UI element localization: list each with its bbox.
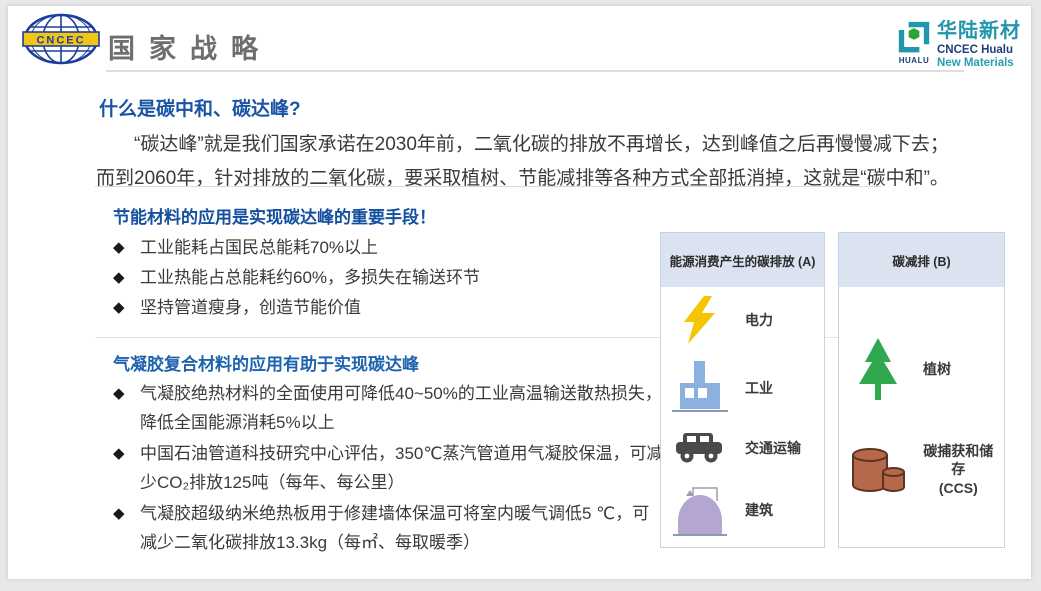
storage-tank-icon [849, 445, 907, 495]
panel-a-item-transport: 交通运输 [669, 431, 820, 464]
hualu-icon-label: HUALU [899, 56, 930, 65]
page-title: 国家战略 [108, 27, 272, 66]
panel-b-label: 植树 [923, 359, 951, 379]
bullet-item: ◆ 中国石油管道科技研究中心评估，350℃蒸汽管道用气凝胶保温，可减少CO₂排放1… [113, 439, 665, 497]
diamond-bullet-icon: ◆ [113, 379, 125, 408]
diamond-bullet-icon: ◆ [113, 293, 125, 323]
svg-text:CNCEC: CNCEC [36, 35, 85, 47]
factory-icon [672, 361, 728, 415]
panel-carbon-emission: 能源消费产生的碳排放 (A) 电力 [660, 232, 825, 548]
slide-page: CNCEC 国家战略 HUALU 华陆新材 CNCEC Hualu New Ma… [0, 0, 1041, 591]
intro-line1: “碳达峰”就是我们国家承诺在2030年前，二氧化碳的排放不再增长，达到峰值之后再… [96, 128, 996, 162]
section1-heading: 节能材料的应用是实现碳达峰的重要手段！ [113, 203, 436, 228]
hualu-en-line1: CNCEC Hualu [937, 44, 1021, 56]
ccs-label-line2: (CCS) [917, 479, 1000, 497]
title-underline [106, 70, 964, 72]
bullet-item: ◆ 气凝胶绝热材料的全面使用可降低40~50%的工业高温输送散热损失，降低全国能源… [113, 379, 665, 437]
panel-a-title: 能源消费产生的碳排放 (A) [661, 233, 824, 290]
panel-a-label: 建筑 [745, 500, 773, 520]
diamond-bullet-icon: ◆ [113, 263, 125, 293]
car-icon [675, 431, 725, 464]
diamond-bullet-icon: ◆ [113, 233, 125, 263]
panel-b-item-tree: 植树 [847, 338, 1000, 400]
hualu-en-line2: New Materials [937, 57, 1021, 69]
bullet-text: 气凝胶绝热材料的全面使用可降低40~50%的工业高温输送散热损失，降低全国能源消… [140, 384, 662, 432]
panel-a-item-electricity: 电力 [669, 296, 820, 344]
bullet-item: ◆ 工业热能占总能耗约60%，多损失在输送环节 [113, 263, 653, 293]
cncec-globe-logo-icon: CNCEC [22, 13, 100, 66]
panel-b-item-ccs: 碳捕获和储存 (CCS) [847, 442, 1000, 497]
hualu-cn-name: 华陆新材 [937, 21, 1021, 42]
panel-a-item-building: 建筑 [669, 481, 820, 539]
bullet-item: ◆ 坚持管道瘦身，创造节能价值 [113, 293, 653, 323]
bullet-text: 坚持管道瘦身，创造节能价值 [140, 298, 361, 317]
panel-a-item-industry: 工业 [669, 361, 820, 415]
bullet-text: 工业能耗占国民总能耗70%以上 [140, 238, 378, 257]
bullet-text: 中国石油管道科技研究中心评估，350℃蒸汽管道用气凝胶保温，可减少CO₂排放12… [140, 444, 663, 492]
tree-icon [855, 338, 901, 400]
bullet-item: ◆ 气凝胶超级纳米绝热板用于修建墙体保温可将室内暖气调低5 ℃，可减少二氧化碳排放… [113, 499, 665, 557]
bullet-text: 气凝胶超级纳米绝热板用于修建墙体保温可将室内暖气调低5 ℃，可减少二氧化碳排放1… [140, 504, 649, 552]
section1-bullet-list: ◆工业能耗占国民总能耗70%以上 ◆工业热能占总能耗约60%，多损失在输送环节 … [113, 233, 653, 323]
ccs-label-line1: 碳捕获和储存 [917, 442, 1000, 478]
panel-a-label: 交通运输 [745, 438, 801, 458]
section2-heading: 气凝胶复合材料的应用有助于实现碳达峰 [113, 350, 419, 375]
panel-b-label: 碳捕获和储存 (CCS) [917, 442, 1000, 497]
bullet-text: 工业热能占总能耗约60%，多损失在输送环节 [140, 268, 480, 287]
bullet-item: ◆ 工业能耗占国民总能耗70%以上 [113, 233, 653, 263]
lightning-icon [682, 296, 718, 344]
diamond-bullet-icon: ◆ [113, 439, 125, 468]
panel-a-label: 工业 [745, 378, 773, 398]
panel-a-label: 电力 [745, 310, 773, 330]
intro-heading: 什么是碳中和、碳达峰? [99, 94, 301, 121]
hualu-brand: HUALU 华陆新材 CNCEC Hualu New Materials [896, 21, 1021, 69]
diamond-bullet-icon: ◆ [113, 499, 125, 528]
divider [95, 186, 881, 187]
panel-b-title: 碳减排 (B) [839, 233, 1004, 290]
building-icon [673, 481, 727, 539]
hualu-logo-icon: HUALU [896, 21, 932, 65]
section2-bullet-list: ◆ 气凝胶绝热材料的全面使用可降低40~50%的工业高温输送散热损失，降低全国能源… [113, 379, 665, 559]
panel-carbon-reduction: 碳减排 (B) 植树 [838, 232, 1005, 548]
